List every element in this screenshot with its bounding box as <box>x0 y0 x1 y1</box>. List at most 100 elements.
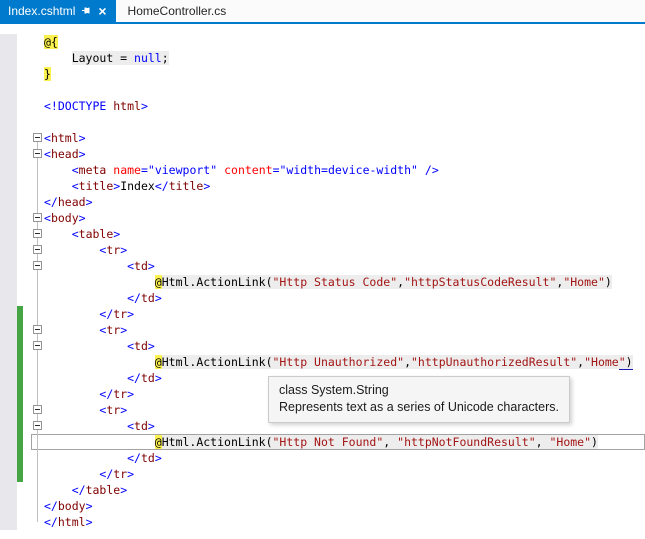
code-line[interactable]: </td> <box>0 450 645 466</box>
line-body[interactable]: @{ <box>31 34 645 50</box>
line-body[interactable]: } <box>31 66 645 82</box>
fold-collapse-icon[interactable] <box>33 261 42 270</box>
code-line[interactable]: <table> <box>0 226 645 242</box>
line-body[interactable]: @Html.ActionLink("Http Unauthorized","ht… <box>31 354 645 370</box>
code-text[interactable]: <table> <box>44 226 645 242</box>
code-line[interactable]: <body> <box>0 210 645 226</box>
selection-margin <box>24 354 31 370</box>
code-text[interactable]: <meta name="viewport" content="width=dev… <box>44 162 645 178</box>
line-body[interactable]: </td> <box>31 290 645 306</box>
code-text[interactable]: </body> <box>44 498 645 514</box>
line-body[interactable]: <!DOCTYPE html> <box>31 98 645 114</box>
tab-homecontroller-cs[interactable]: HomeController.cs <box>116 0 239 22</box>
line-body[interactable] <box>31 114 645 130</box>
line-body[interactable]: <meta name="viewport" content="width=dev… <box>31 162 645 178</box>
line-body[interactable]: <title>Index</title> <box>31 178 645 194</box>
code-line[interactable] <box>0 114 645 130</box>
code-line[interactable]: } <box>0 66 645 82</box>
code-line[interactable]: </html> <box>0 514 645 530</box>
code-text[interactable]: Layout = null; <box>44 50 645 66</box>
code-text[interactable]: </td> <box>44 290 645 306</box>
code-text[interactable]: <td> <box>44 258 645 274</box>
code-line[interactable]: @Html.ActionLink("Http Not Found", "http… <box>0 434 645 450</box>
line-body[interactable]: Layout = null; <box>31 50 645 66</box>
code-text[interactable]: @Html.ActionLink("Http Status Code","htt… <box>44 274 645 290</box>
code-text[interactable]: <td> <box>44 338 645 354</box>
code-line[interactable]: </table> <box>0 482 645 498</box>
code-line[interactable]: @Html.ActionLink("Http Status Code","htt… <box>0 274 645 290</box>
line-body[interactable]: </tr> <box>31 306 645 322</box>
code-line[interactable]: <td> <box>0 338 645 354</box>
line-body[interactable]: <tr> <box>31 242 645 258</box>
line-body[interactable]: </tr> <box>31 466 645 482</box>
code-text[interactable]: <tr> <box>44 242 645 258</box>
line-body[interactable]: </html> <box>31 514 645 530</box>
code-line[interactable]: </body> <box>0 498 645 514</box>
code-line[interactable]: <head> <box>0 146 645 162</box>
code-line[interactable]: <tr> <box>0 242 645 258</box>
code-text[interactable]: <html> <box>44 130 645 146</box>
code-line[interactable]: <title>Index</title> <box>0 178 645 194</box>
code-editor[interactable]: @{ Layout = null;} <!DOCTYPE html> <html> <… <box>0 24 645 539</box>
code-text[interactable]: @{ <box>44 34 645 50</box>
line-body[interactable]: <tr> <box>31 322 645 338</box>
code-line[interactable]: <!DOCTYPE html> <box>0 98 645 114</box>
code-line[interactable]: <tr> <box>0 322 645 338</box>
line-body[interactable] <box>31 82 645 98</box>
line-body[interactable]: <head> <box>31 146 645 162</box>
code-line[interactable]: </td> <box>0 290 645 306</box>
fold-collapse-icon[interactable] <box>33 421 42 430</box>
code-text[interactable] <box>44 82 645 98</box>
line-body[interactable]: </table> <box>31 482 645 498</box>
code-text[interactable]: </head> <box>44 194 645 210</box>
code-line[interactable]: Layout = null; <box>0 50 645 66</box>
line-body[interactable]: <td> <box>31 258 645 274</box>
code-text[interactable]: <!DOCTYPE html> <box>44 98 645 114</box>
line-body[interactable]: @Html.ActionLink("Http Status Code","htt… <box>31 274 645 290</box>
code-text[interactable]: @Html.ActionLink("Http Not Found", "http… <box>44 434 645 450</box>
code-line[interactable]: </tr> <box>0 306 645 322</box>
fold-collapse-icon[interactable] <box>33 405 42 414</box>
code-line[interactable]: @{ <box>0 34 645 50</box>
fold-collapse-icon[interactable] <box>33 325 42 334</box>
fold-collapse-icon[interactable] <box>33 213 42 222</box>
code-text[interactable]: </tr> <box>44 306 645 322</box>
code-text[interactable]: <body> <box>44 210 645 226</box>
code-text[interactable]: @Html.ActionLink("Http Unauthorized","ht… <box>44 354 645 370</box>
tab-index-cshtml[interactable]: Index.cshtml × <box>0 0 116 22</box>
line-body[interactable]: <body> <box>31 210 645 226</box>
indicator-margin <box>0 162 17 178</box>
line-body[interactable]: <td> <box>31 338 645 354</box>
line-body[interactable]: <html> <box>31 130 645 146</box>
fold-collapse-icon[interactable] <box>33 229 42 238</box>
code-line[interactable]: <td> <box>0 258 645 274</box>
line-body[interactable]: </head> <box>31 194 645 210</box>
line-body[interactable]: <table> <box>31 226 645 242</box>
fold-collapse-icon[interactable] <box>33 245 42 254</box>
code-line[interactable]: <meta name="viewport" content="width=dev… <box>0 162 645 178</box>
current-line[interactable]: @Html.ActionLink("Http Not Found", "http… <box>31 434 645 450</box>
code-token: < <box>44 211 51 225</box>
code-line[interactable]: </tr> <box>0 466 645 482</box>
code-text[interactable]: <head> <box>44 146 645 162</box>
code-line[interactable]: @Html.ActionLink("Http Unauthorized","ht… <box>0 354 645 370</box>
code-text[interactable]: } <box>44 66 645 82</box>
line-body[interactable]: </body> <box>31 498 645 514</box>
fold-collapse-icon[interactable] <box>33 149 42 158</box>
code-text[interactable]: </td> <box>44 450 645 466</box>
code-line[interactable]: </head> <box>0 194 645 210</box>
pin-icon[interactable] <box>81 6 91 16</box>
code-line[interactable]: <html> <box>0 130 645 146</box>
code-line[interactable] <box>0 82 645 98</box>
code-text[interactable]: </table> <box>44 482 645 498</box>
code-text[interactable]: </tr> <box>44 466 645 482</box>
code-area[interactable]: @{ Layout = null;} <!DOCTYPE html> <html> <… <box>0 24 645 530</box>
code-text[interactable] <box>44 114 645 130</box>
code-text[interactable]: </html> <box>44 514 645 530</box>
code-text[interactable]: <title>Index</title> <box>44 178 645 194</box>
fold-collapse-icon[interactable] <box>33 133 42 142</box>
close-icon[interactable]: × <box>97 4 107 18</box>
line-body[interactable]: </td> <box>31 450 645 466</box>
code-text[interactable]: <tr> <box>44 322 645 338</box>
fold-collapse-icon[interactable] <box>33 341 42 350</box>
